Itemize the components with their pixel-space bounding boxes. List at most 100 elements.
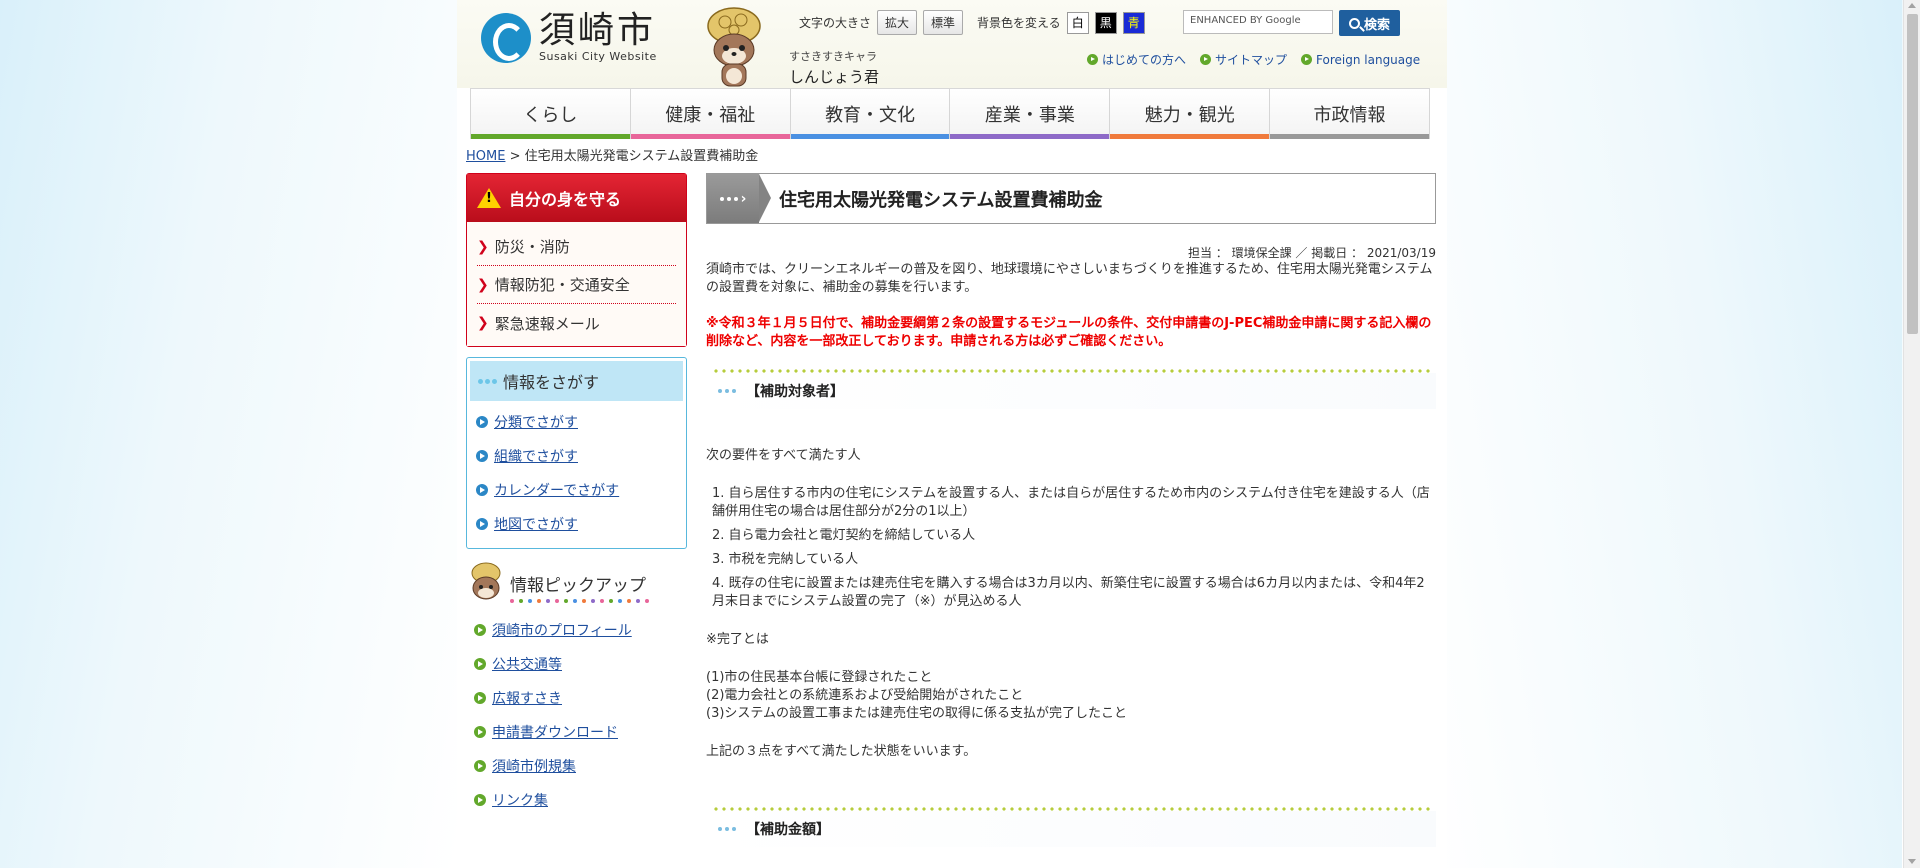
- pickup-item: 広報すさき: [474, 681, 679, 715]
- nav-item-2[interactable]: 教育・文化: [790, 89, 951, 139]
- complete-condition-item: (3)システムの設置工事または建売住宅の取得に係る支払が完了したこと: [706, 706, 1128, 721]
- pickup-link[interactable]: 申請書ダウンロード: [492, 722, 618, 742]
- requirements-list: 1. 自ら居住する市内の住宅にシステムを設置する人、または自らが居住するため市内…: [706, 485, 1436, 611]
- mascot-shinjo-kun-icon: [707, 7, 761, 87]
- emergency-box: 自分の身を守る ❯ 防災・消防 ❯ 情報防犯・交通安全 ❯ 緊急速報メール: [466, 173, 687, 347]
- font-standard-button[interactable]: 標準: [923, 10, 964, 35]
- complete-condition-item: (1)市の住民基本台帳に登録されたこと: [706, 670, 933, 685]
- quick-links: はじめての方へ サイトマップ Foreign language: [1087, 51, 1420, 68]
- search-input[interactable]: ENHANCED BY Google: [1183, 10, 1333, 34]
- warning-icon: [477, 188, 501, 208]
- scrollbar-thumb[interactable]: [1907, 14, 1918, 334]
- search-button-label: 検索: [1364, 17, 1391, 33]
- find-info-link[interactable]: 組織でさがす: [494, 446, 578, 466]
- find-info-link[interactable]: 分類でさがす: [494, 412, 578, 432]
- requirement-item: 2. 自ら電力会社と電灯契約を締結している人: [712, 528, 976, 543]
- search-button[interactable]: 検索: [1339, 10, 1401, 36]
- chevron-right-icon: ❯: [477, 276, 489, 293]
- scroll-down-icon[interactable]: [1908, 859, 1916, 864]
- quicklink-foreign-language[interactable]: Foreign language: [1301, 51, 1420, 68]
- section-amount-title: 【補助金額】: [746, 822, 830, 838]
- arrow-circle-icon: [474, 692, 486, 704]
- pickup-item: 須崎市例規集: [474, 749, 679, 783]
- pickup-link[interactable]: 須崎市のプロフィール: [492, 620, 632, 640]
- nav-item-4[interactable]: 魅力・観光: [1110, 89, 1271, 139]
- emergency-item[interactable]: ❯ 情報防犯・交通安全: [477, 266, 676, 304]
- arrow-circle-icon: [1087, 54, 1098, 65]
- quicklink-sitemap[interactable]: サイトマップ: [1200, 51, 1287, 68]
- revision-notice: ※令和３年１月５日付で、補助金要綱第２条の設置するモジュールの条件、交付申請書の…: [706, 316, 1432, 349]
- page-title: 住宅用太陽光発電システム設置費補助金: [779, 189, 1103, 211]
- nav-item-label: 市政情報: [1313, 105, 1386, 126]
- page-meta: 担当 ： 環境保全課 ／ 掲載日 ： 2021/03/19: [1187, 246, 1436, 260]
- nav-item-1[interactable]: 健康・福祉: [630, 89, 791, 139]
- city-emblem-icon: [481, 12, 531, 63]
- emergency-item[interactable]: ❯ 緊急速報メール: [477, 304, 676, 342]
- arrow-circle-icon: [476, 450, 488, 462]
- find-info-link[interactable]: カレンダーでさがす: [494, 480, 619, 500]
- dots-icon: [718, 389, 736, 393]
- sidebar: 自分の身を守る ❯ 防災・消防 ❯ 情報防犯・交通安全 ❯ 緊急速報メール 情報をさがす …: [466, 173, 687, 817]
- page-background-left: [0, 0, 457, 868]
- bg-white-button[interactable]: 白: [1066, 11, 1089, 34]
- nav-item-label: 魅力・観光: [1144, 105, 1235, 126]
- nav-item-0[interactable]: くらし: [470, 89, 631, 139]
- pickup-link[interactable]: 公共交通等: [492, 654, 562, 674]
- page-background-right: [1432, 0, 1902, 868]
- find-info-box: 情報をさがす 分類でさがす 組織でさがす カレンダーでさがす 地図でさがす: [466, 357, 687, 549]
- pickup-link[interactable]: 須崎市例規集: [492, 756, 576, 776]
- bg-color-label: 背景色を変える: [977, 16, 1061, 30]
- search-icon: [1349, 17, 1360, 29]
- pickup-item: 公共交通等: [474, 647, 679, 681]
- requirement-item: 4. 既存の住宅に設置または建売住宅を購入する場合は3カ月以内、新築住宅に設置す…: [712, 576, 1425, 609]
- find-info-item: 組織でさがす: [476, 439, 677, 473]
- pickup-link[interactable]: 広報すさき: [492, 688, 562, 708]
- mascot-name: しんじょう君: [789, 68, 880, 86]
- breadcrumb-home-link[interactable]: HOME: [466, 149, 505, 164]
- nav-item-label: 健康・福祉: [665, 105, 756, 126]
- emergency-list: ❯ 防災・消防 ❯ 情報防犯・交通安全 ❯ 緊急速報メール: [467, 222, 686, 346]
- requirement-item: 1. 自ら居住する市内の住宅にシステムを設置する人、または自らが居住するため市内…: [712, 486, 1430, 519]
- emergency-header[interactable]: 自分の身を守る: [467, 174, 686, 222]
- emergency-title: 自分の身を守る: [509, 190, 622, 209]
- nav-item-label: 教育・文化: [825, 105, 916, 126]
- pickup-item: 須崎市のプロフィール: [474, 613, 679, 647]
- nav-item-5[interactable]: 市政情報: [1270, 89, 1430, 139]
- pickup-link[interactable]: リンク集: [492, 790, 548, 810]
- arrow-circle-icon: [474, 726, 486, 738]
- section-eligible-title: 【補助対象者】: [746, 384, 844, 400]
- mascot-caption-small: すさきすきキャラ: [789, 50, 877, 63]
- requirements-intro: 次の要件をすべて満たす人: [706, 448, 861, 463]
- nav-item-label: くらし: [523, 105, 578, 126]
- nav-item-color-bar: [1270, 134, 1429, 139]
- nav-item-label: 産業・事業: [984, 105, 1075, 126]
- requirement-item: 3. 市税を完納している人: [712, 552, 859, 567]
- mascot-small-icon: [471, 562, 501, 600]
- arrow-circle-icon: [474, 658, 486, 670]
- site-logo[interactable]: 須崎市 Susaki City Website: [481, 12, 657, 63]
- complete-conditions: (1)市の住民基本台帳に登録されたこと (2)電力会社との系統連系および受給開始が…: [706, 669, 1436, 723]
- find-info-link[interactable]: 地図でさがす: [494, 514, 578, 534]
- nav-item-color-bar: [790, 134, 950, 139]
- pickup-box: 情報ピックアップ 須崎市のプロフィール 公共交通等広報すさき申請書ダウンロード 須崎…: [466, 561, 687, 817]
- arrow-circle-icon: [476, 416, 488, 428]
- arrow-circle-icon: [474, 624, 486, 636]
- chevron-right-icon: ❯: [477, 238, 489, 255]
- font-enlarge-button[interactable]: 拡大: [877, 10, 918, 35]
- scroll-up-icon[interactable]: [1908, 3, 1916, 8]
- page-title-box: › 住宅用太陽光発電システム設置費補助金: [706, 173, 1436, 224]
- pickup-title: 情報ピックアップ: [510, 575, 646, 596]
- breadcrumb-separator: >: [509, 149, 521, 164]
- bg-black-button[interactable]: 黒: [1094, 11, 1117, 34]
- complete-label: ※完了とは: [706, 632, 769, 647]
- nav-item-3[interactable]: 産業・事業: [950, 89, 1111, 139]
- intro-text: 須崎市では、クリーンエネルギーの普及を図り、地球環境にやさしいまちづくりを推進す…: [706, 262, 1433, 295]
- section-eligible-header: 【補助対象者】: [706, 369, 1436, 409]
- title-arrow-icon: ›: [707, 174, 771, 223]
- quicklink-beginners[interactable]: はじめての方へ: [1087, 51, 1186, 68]
- accessibility-tools: 文字の大きさ 拡大 標準 背景色を変える 白 黒 青: [799, 10, 1145, 35]
- nav-item-color-bar: [1110, 134, 1270, 139]
- emergency-item[interactable]: ❯ 防災・消防: [477, 228, 676, 266]
- page-scrollbar[interactable]: [1903, 0, 1920, 868]
- bg-blue-button[interactable]: 青: [1122, 11, 1145, 34]
